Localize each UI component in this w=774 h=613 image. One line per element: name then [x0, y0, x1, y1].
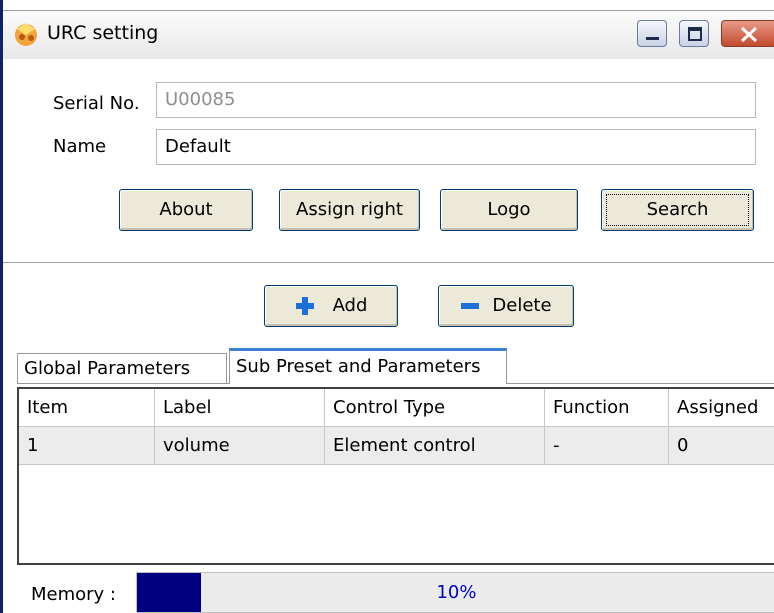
- divider: [3, 262, 774, 264]
- add-button[interactable]: Add: [264, 285, 398, 327]
- serial-number-label: Serial No.: [53, 93, 140, 114]
- delete-button-label: Delete: [492, 295, 552, 316]
- cell-label: volume: [155, 427, 325, 465]
- memory-progress-bar: 10%: [136, 572, 774, 613]
- app-icon: [15, 23, 37, 46]
- minimize-button[interactable]: [637, 20, 667, 47]
- cell-control-type: Element control: [325, 427, 545, 465]
- add-button-label: Add: [332, 295, 368, 316]
- assign-right-button[interactable]: Assign right: [279, 189, 420, 231]
- column-header-label[interactable]: Label: [155, 389, 325, 427]
- memory-label: Memory :: [31, 584, 116, 605]
- memory-percent-text: 10%: [436, 582, 477, 603]
- column-header-control-type[interactable]: Control Type: [325, 389, 545, 427]
- delete-button[interactable]: Delete: [438, 285, 574, 327]
- search-button[interactable]: Search: [601, 189, 754, 231]
- plus-icon: [295, 297, 314, 315]
- minus-icon: [461, 303, 480, 309]
- title-bar[interactable]: URC setting: [3, 10, 774, 59]
- name-field[interactable]: Default: [156, 129, 756, 165]
- urc-setting-window: URC setting Serial No. U00085 Name Defau…: [0, 0, 774, 613]
- desktop-strip: [3, 0, 774, 10]
- name-label: Name: [53, 136, 107, 157]
- serial-number-field[interactable]: U00085: [156, 82, 756, 118]
- column-header-function[interactable]: Function: [545, 389, 669, 427]
- close-icon: [740, 26, 758, 43]
- cell-function: -: [545, 427, 669, 465]
- logo-button[interactable]: Logo: [440, 189, 578, 231]
- table-header: Item Label Control Type Function Assigne…: [19, 389, 774, 427]
- column-header-item[interactable]: Item: [19, 389, 155, 427]
- table-row[interactable]: 1 volume Element control - 0: [19, 427, 774, 465]
- parameters-table[interactable]: Item Label Control Type Function Assigne…: [17, 387, 774, 565]
- about-button[interactable]: About: [119, 189, 253, 231]
- close-button[interactable]: [721, 20, 774, 47]
- minimize-icon: [646, 37, 659, 40]
- cell-item: 1: [19, 427, 155, 465]
- window-title: URC setting: [47, 22, 159, 44]
- maximize-button[interactable]: [679, 20, 709, 47]
- maximize-icon: [688, 27, 702, 41]
- cell-assigned: 0: [669, 427, 774, 465]
- tab-sub-preset-and-parameters[interactable]: Sub Preset and Parameters: [229, 348, 507, 384]
- tab-global-parameters[interactable]: Global Parameters: [17, 353, 227, 383]
- column-header-assigned[interactable]: Assigned: [669, 389, 774, 427]
